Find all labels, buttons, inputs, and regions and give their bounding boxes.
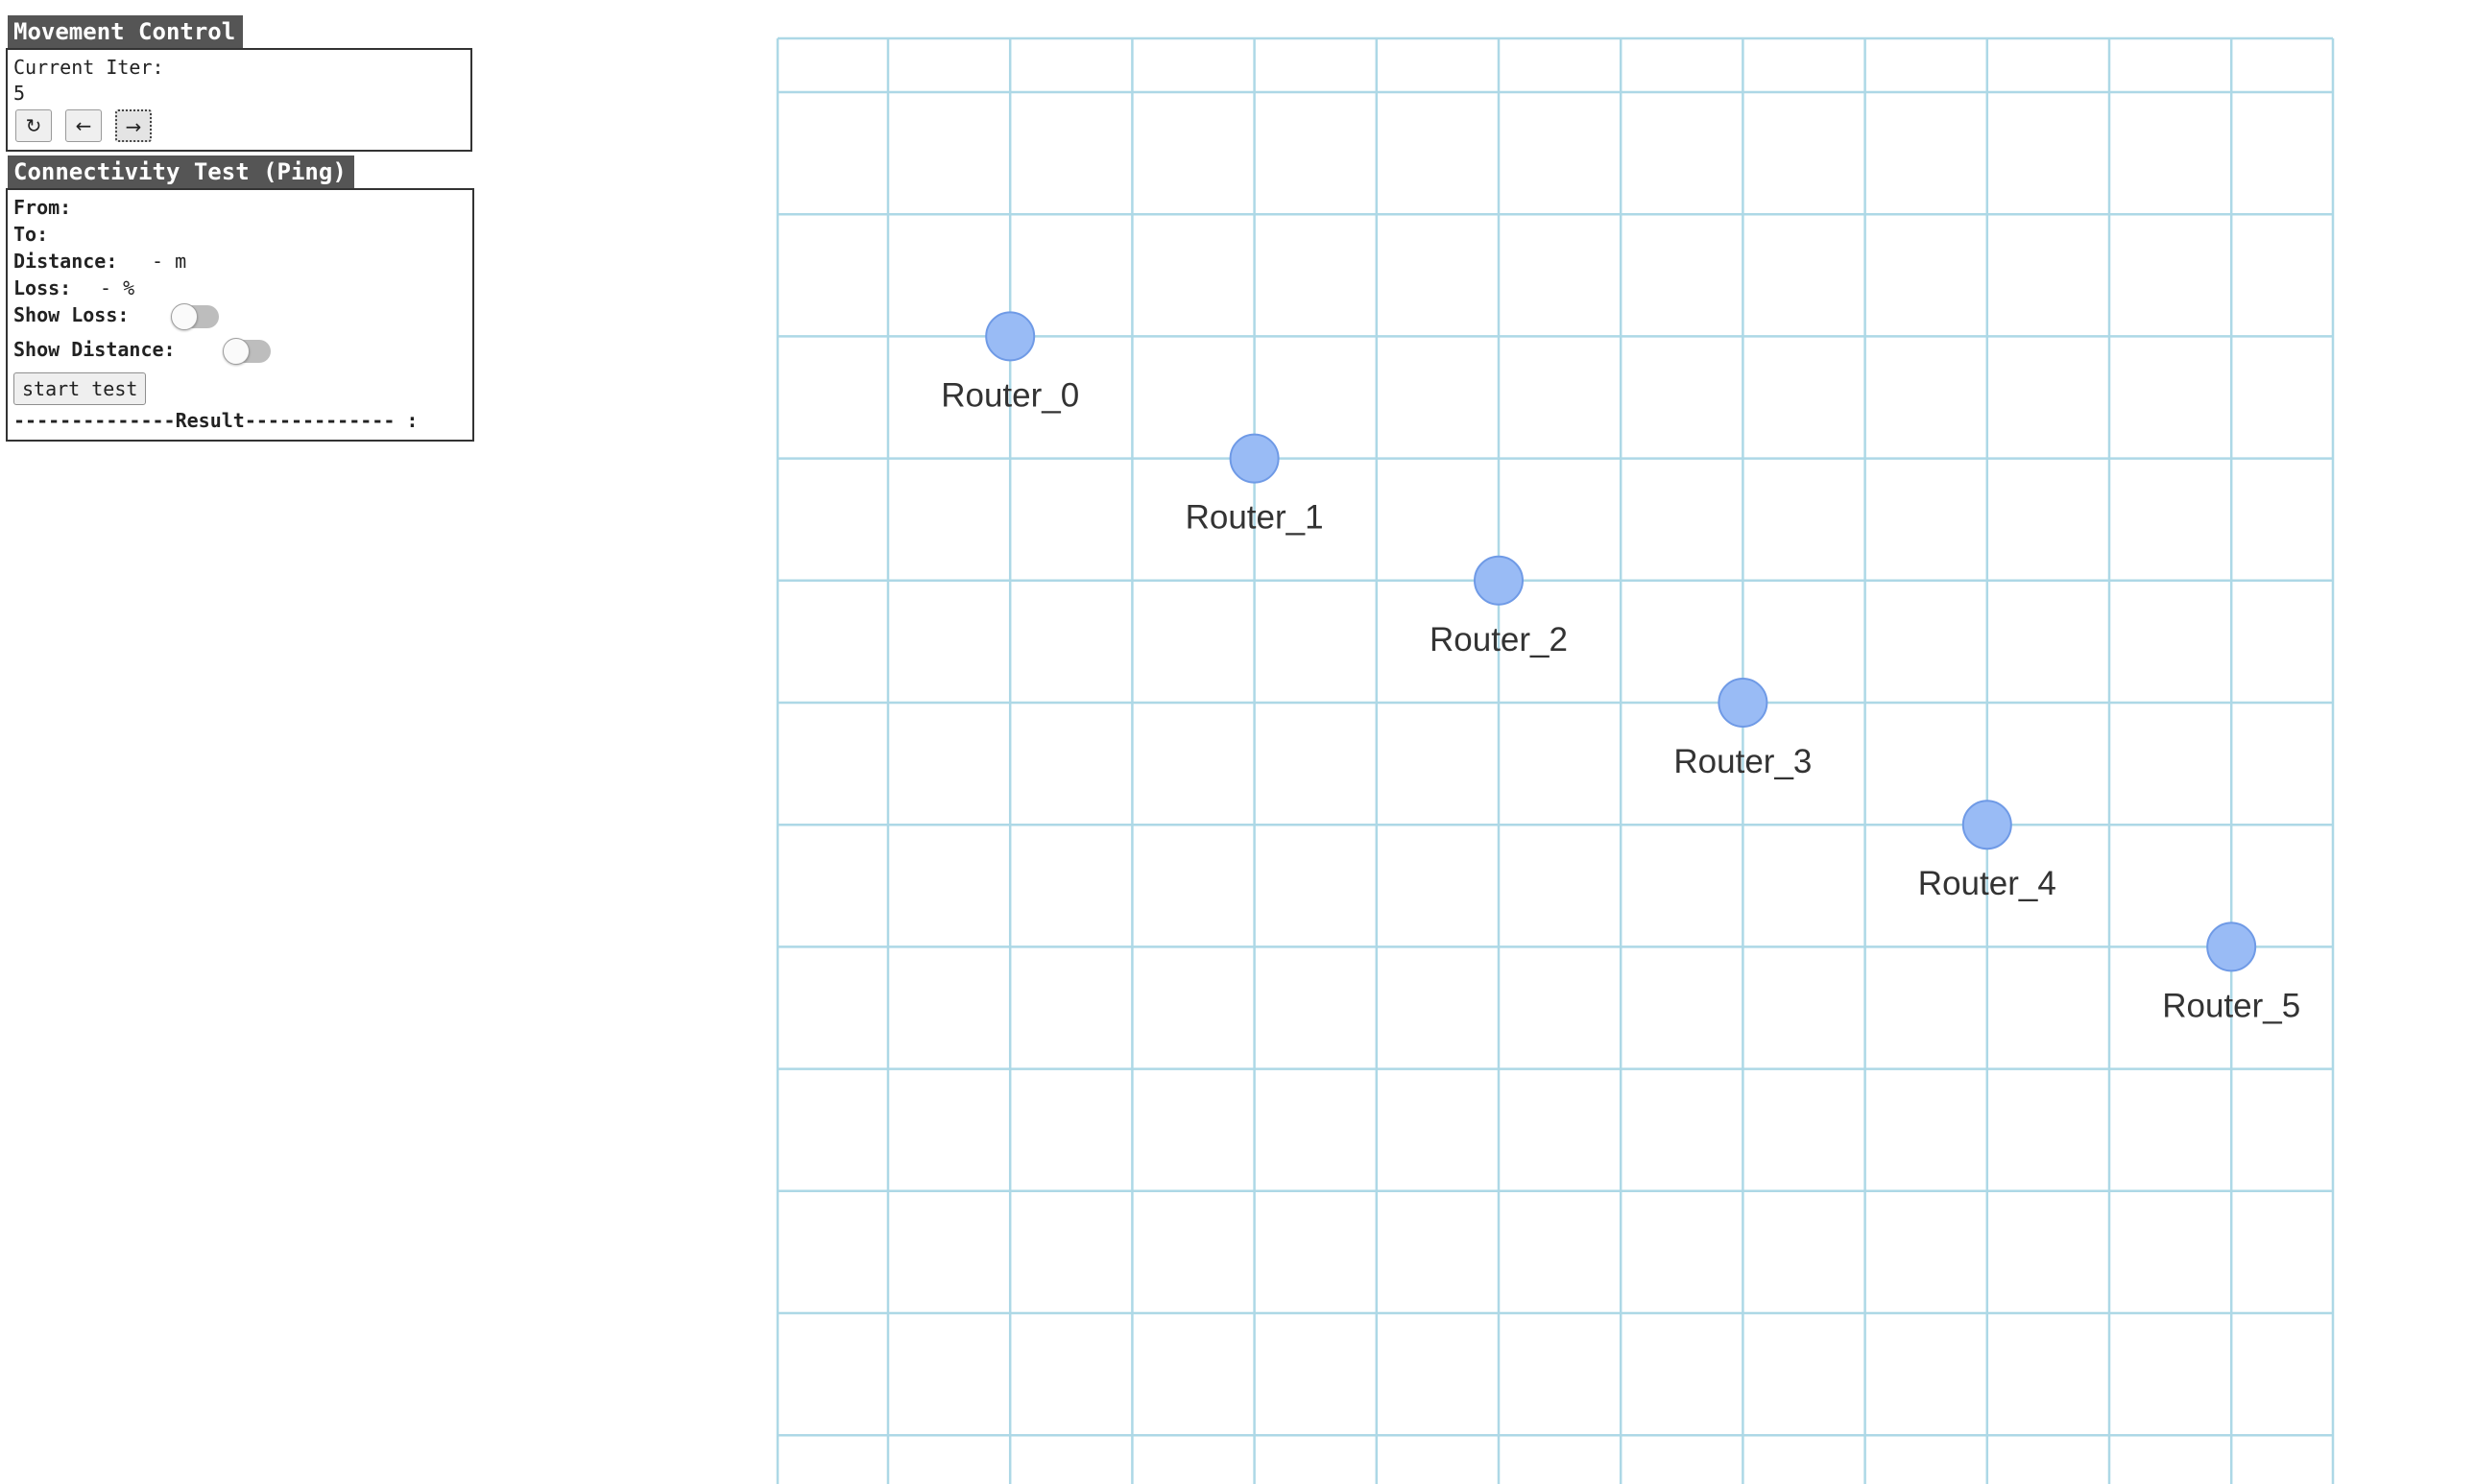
show-distance-label: Show Distance: [13,338,176,361]
next-iter-button[interactable]: → [115,109,152,142]
router-label: Router_0 [941,376,1079,414]
show-distance-toggle[interactable] [223,338,271,365]
connectivity-test-title: Connectivity Test (Ping) [8,156,354,188]
connectivity-test-panel: From: To: Distance: - m Loss: - % Show L… [6,188,474,442]
from-label: From: [13,196,72,219]
arrow-right-icon: → [125,115,142,138]
loss-value: - % [100,276,135,299]
previous-iter-button[interactable]: ← [65,109,102,142]
reset-button[interactable]: ↻ [15,109,52,142]
distance-label: Distance: [13,250,118,273]
app-root: Router_0 Router_1 Router_2 Router_3 Router_4… [0,0,2475,1484]
arrow-left-icon: ← [75,114,92,137]
toggle-knob [171,303,198,330]
result-header: --------------Result------------- : [13,409,419,432]
loss-label: Loss: [13,276,72,299]
map-grid [776,36,2335,1484]
router-label: Router_2 [1430,621,1568,658]
router-circle[interactable] [2206,922,2257,972]
start-test-button[interactable]: start test [13,372,147,405]
toggle-knob [223,338,250,365]
router-label: Router_3 [1673,743,1812,780]
show-loss-toggle[interactable] [171,303,219,330]
to-label: To: [13,223,49,246]
current-iter-label: Current Iter: [13,56,164,79]
movement-control-panel: Current Iter: 5 ↻ ← → [6,48,472,152]
show-loss-label: Show Loss: [13,303,130,326]
router-circle[interactable] [1718,678,1768,728]
router-label: Router_4 [1918,865,2056,902]
router-circle[interactable] [1229,433,1280,484]
router-label: Router_5 [2162,987,2300,1024]
router-circle[interactable] [1474,555,1524,606]
movement-control-title: Movement Control [8,15,244,48]
router-circle[interactable] [1961,800,2012,850]
router-label: Router_1 [1186,499,1324,537]
router-circle[interactable] [985,311,1036,362]
current-iter-value: 5 [13,82,26,105]
refresh-icon: ↻ [25,114,42,137]
distance-value: - m [152,250,187,273]
